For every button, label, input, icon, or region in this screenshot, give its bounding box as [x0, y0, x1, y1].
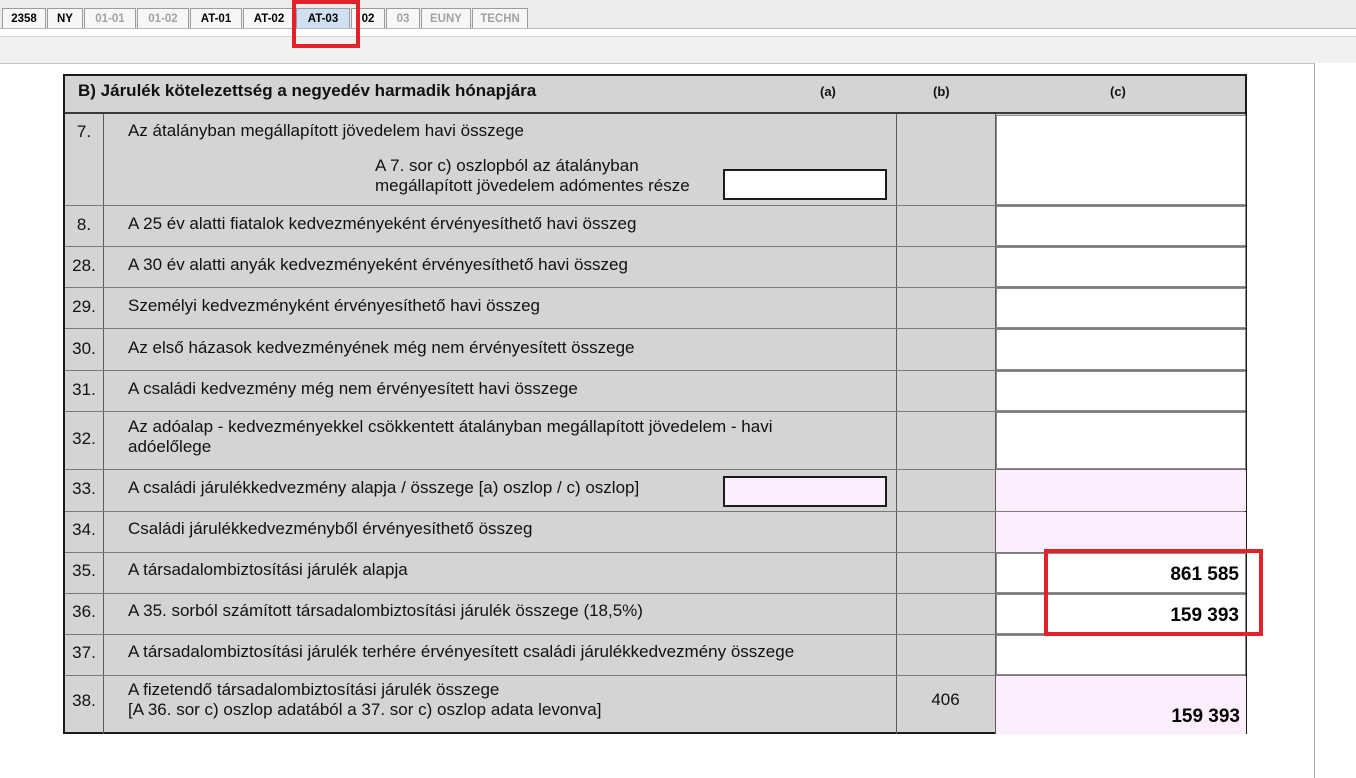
row-number: 36.	[72, 602, 96, 621]
row-number: 35.	[72, 561, 96, 580]
row-number: 30.	[72, 339, 96, 358]
tab-at-01[interactable]: AT-01	[190, 8, 242, 28]
row-label: A társadalombiztosítási járulék terhére …	[128, 642, 795, 661]
row-38-b-code: 406	[931, 690, 960, 709]
row-sub-label-line1: A 7. sor c) oszlopból az átalányban	[375, 156, 639, 175]
row-label: A 30 év alatti anyák kedvezményeként érv…	[128, 255, 628, 274]
row-label-line1: Az adóalap - kedvezményekkel csökkentett…	[128, 417, 773, 436]
vertical-scrollbar[interactable]	[1314, 63, 1356, 778]
tab-at-02[interactable]: AT-02	[243, 8, 295, 28]
row-label: A 25 év alatti fiatalok kedvezményeként …	[128, 214, 637, 233]
row-label: Az első házasok kedvezményének még nem é…	[128, 338, 635, 357]
divider	[103, 114, 104, 734]
row-number: 34.	[72, 520, 96, 539]
row-31-c-input[interactable]	[996, 371, 1246, 411]
row-7-c-input[interactable]	[996, 115, 1246, 205]
tab-01-01[interactable]: 01-01	[84, 8, 136, 28]
column-b-header: (b)	[933, 84, 950, 99]
row-label: A családi kedvezmény még nem érvényesíte…	[128, 379, 578, 398]
row-label-line2: [A 36. sor c) oszlop adatából a 37. sor …	[128, 700, 602, 719]
highlight-box-values	[1044, 549, 1263, 636]
tab-03[interactable]: 03	[386, 8, 420, 28]
row-label: Személyi kedvezményként érvényesíthető h…	[128, 296, 540, 315]
row-38-c-field: 159 393	[996, 676, 1246, 734]
row-37-c-input[interactable]	[996, 635, 1246, 675]
payable-contribution-value: 159 393	[1171, 706, 1240, 727]
row-label-line2: adóelőlege	[128, 437, 212, 456]
divider	[896, 114, 897, 734]
column-c-header: (c)	[1110, 84, 1126, 99]
row-30-c-input[interactable]	[996, 329, 1246, 370]
row-34-c-field	[996, 512, 1246, 552]
tab-01-02[interactable]: 01-02	[137, 8, 189, 28]
tax-exempt-part-input[interactable]	[723, 169, 887, 200]
row-label: Családi járulékkedvezményből érvényesíth…	[128, 519, 533, 538]
row-number: 33.	[72, 479, 96, 498]
row-33-c-field	[996, 470, 1246, 511]
row-32-c-input[interactable]	[996, 412, 1246, 469]
toolbar-strip	[0, 36, 1356, 64]
row-8-c-input[interactable]	[996, 206, 1246, 246]
row-label: A családi járulékkedvezmény alapja / öss…	[128, 478, 640, 497]
row-29-c-input[interactable]	[996, 288, 1246, 328]
row-33-a-input[interactable]	[723, 476, 887, 507]
tab-ny[interactable]: NY	[47, 8, 83, 28]
row-label-line1: A fizetendő társadalombiztosítási járulé…	[128, 680, 500, 699]
row-number: 7.	[76, 122, 92, 141]
column-a-header: (a)	[820, 84, 836, 99]
row-number: 29.	[72, 297, 96, 316]
row-number: 8.	[76, 215, 92, 234]
tab-2358[interactable]: 2358	[2, 8, 46, 28]
row-28-c-input[interactable]	[996, 247, 1246, 287]
row-number: 31.	[72, 380, 96, 399]
tab-techn[interactable]: TECHN	[472, 8, 528, 28]
tab-bar: 2358 NY 01-01 01-02 AT-01 AT-02 AT-03 02…	[0, 0, 1356, 29]
highlight-box-active-tab	[292, 0, 360, 48]
row-label: A társadalombiztosítási járulék alapja	[128, 560, 408, 579]
section-header: B) Járulék kötelezettség a negyedév harm…	[65, 76, 1245, 114]
row-sub-label-line2: megállapított jövedelem adómentes része	[375, 176, 690, 195]
section-title: B) Járulék kötelezettség a negyedév harm…	[78, 81, 537, 100]
row-number: 38.	[72, 691, 96, 710]
row-label: A 35. sorból számított társadalombiztosí…	[128, 601, 643, 620]
tab-euny[interactable]: EUNY	[421, 8, 471, 28]
row-number: 37.	[72, 643, 96, 662]
row-label: Az átalányban megállapított jövedelem ha…	[128, 121, 524, 140]
row-number: 32.	[72, 429, 96, 448]
row-number: 28.	[72, 256, 96, 275]
